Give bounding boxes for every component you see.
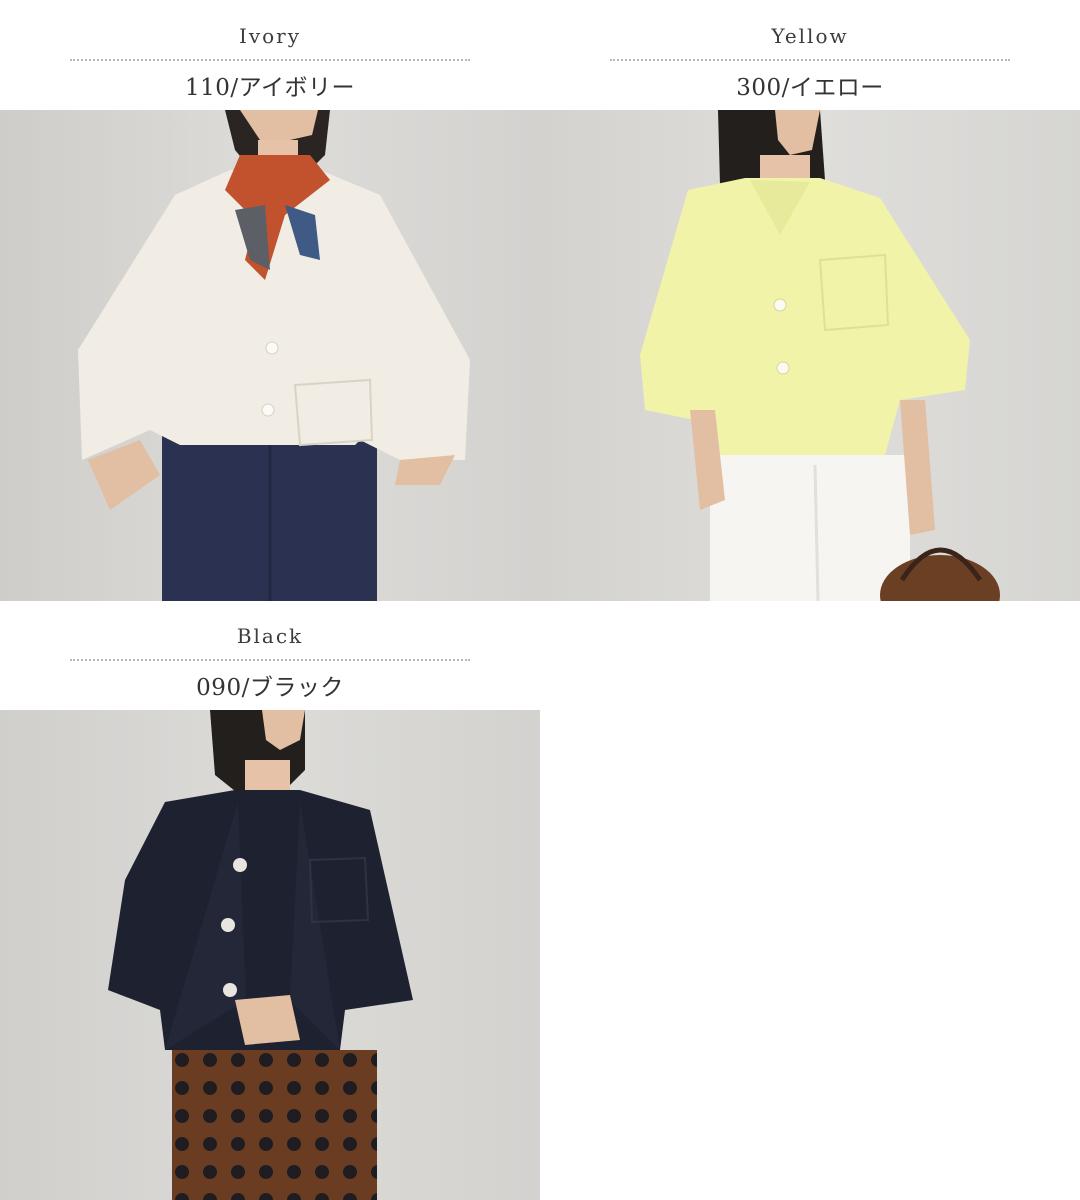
- variant-yellow: Yellow 300/イエロー: [540, 0, 1080, 601]
- variant-header: Ivory 110/アイボリー: [0, 0, 540, 110]
- product-photo-yellow: [540, 110, 1080, 601]
- variant-ivory: Ivory 110/アイボリー: [0, 0, 540, 601]
- photo-illustration: [540, 110, 1080, 601]
- photo-illustration: [0, 110, 540, 601]
- photo-illustration: [0, 710, 540, 1200]
- color-name-en: Ivory: [238, 24, 302, 48]
- dotted-divider: [70, 659, 470, 661]
- variant-black: Black 090/ブラック: [0, 600, 540, 1200]
- product-photo-ivory: [0, 110, 540, 601]
- color-code-label: 300/イエロー: [736, 75, 884, 101]
- product-photo-black: [0, 710, 540, 1200]
- color-code-label: 110/アイボリー: [185, 75, 355, 101]
- color-name-en: Black: [236, 624, 304, 648]
- dotted-divider: [70, 59, 470, 61]
- color-code-label: 090/ブラック: [196, 675, 344, 701]
- variant-header: Black 090/ブラック: [0, 600, 540, 710]
- dotted-divider: [610, 59, 1010, 61]
- variant-header: Yellow 300/イエロー: [540, 0, 1080, 110]
- color-name-en: Yellow: [771, 24, 849, 48]
